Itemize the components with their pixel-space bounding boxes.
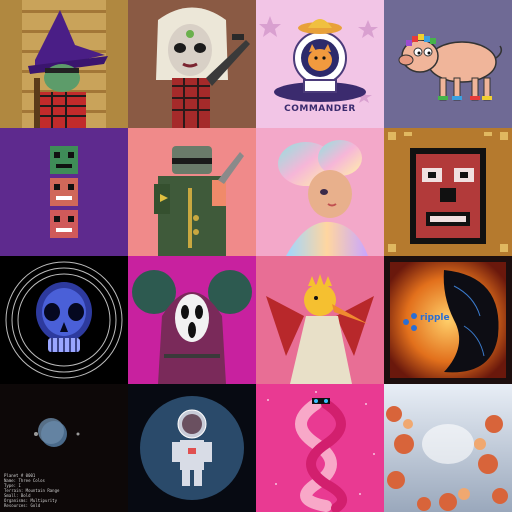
tile-wizard-goblin[interactable]: [0, 0, 128, 128]
commander-caption: COMMANDER: [284, 104, 356, 114]
tile-astronaut-creature[interactable]: [128, 384, 256, 512]
tile-pig[interactable]: [384, 0, 512, 128]
tile-pastel-anime-girl[interactable]: [256, 128, 384, 256]
ripple-caption: ripple: [420, 313, 450, 323]
tile-hooded-scream-mask[interactable]: [128, 256, 256, 384]
nft-grid: COMMANDER ripple Planet # 0001 Name: Thr…: [0, 0, 512, 512]
tile-pixel-skull-totem[interactable]: [0, 128, 128, 256]
planet-details: Planet # 0001 Name: Three Colos Type: I …: [4, 473, 60, 508]
tile-blonde-zombie-girl[interactable]: [128, 0, 256, 128]
tile-astronaut-cat[interactable]: COMMANDER: [256, 0, 384, 128]
tile-space-planet[interactable]: Planet # 0001 Name: Three Colos Type: I …: [0, 384, 128, 512]
tile-pixel-tiki-mask[interactable]: [384, 128, 512, 256]
tile-chrome-skull[interactable]: [0, 256, 128, 384]
tile-ripple-panther[interactable]: ripple: [384, 256, 512, 384]
tile-sparkle-snakes[interactable]: [256, 384, 384, 512]
tile-orange-bird-sage[interactable]: [256, 256, 384, 384]
tile-armored-soldier[interactable]: [128, 128, 256, 256]
tile-coral-sky[interactable]: [384, 384, 512, 512]
